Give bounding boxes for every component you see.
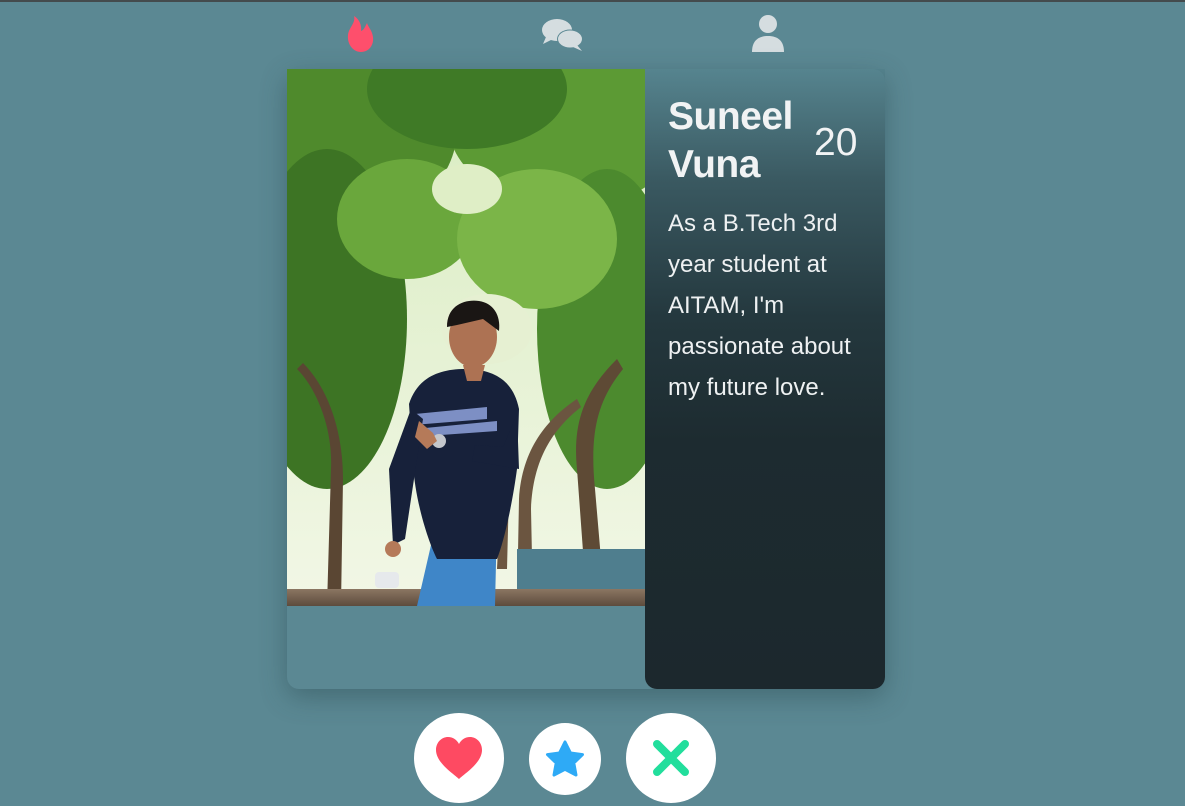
profile-bio: As a B.Tech 3rd year student at AITAM, I…	[668, 210, 851, 401]
profile-photo	[287, 69, 645, 606]
profile-info-panel: Suneel Vuna 20 As a B.Tech 3rd year stud…	[645, 69, 885, 689]
profile-name: Suneel Vuna	[668, 95, 793, 186]
profile-age: 20	[814, 121, 858, 164]
chat-bubbles-icon[interactable]	[540, 17, 586, 53]
heart-icon	[436, 737, 482, 779]
x-icon	[653, 740, 689, 776]
like-button[interactable]	[414, 713, 504, 803]
user-icon[interactable]	[749, 14, 787, 54]
window-top-border	[0, 0, 1185, 2]
super-like-button[interactable]	[529, 723, 601, 795]
star-icon	[546, 740, 584, 777]
fire-icon[interactable]	[343, 14, 377, 54]
dislike-button[interactable]	[626, 713, 716, 803]
profile-card[interactable]: Suneel Vuna 20 As a B.Tech 3rd year stud…	[287, 69, 885, 689]
